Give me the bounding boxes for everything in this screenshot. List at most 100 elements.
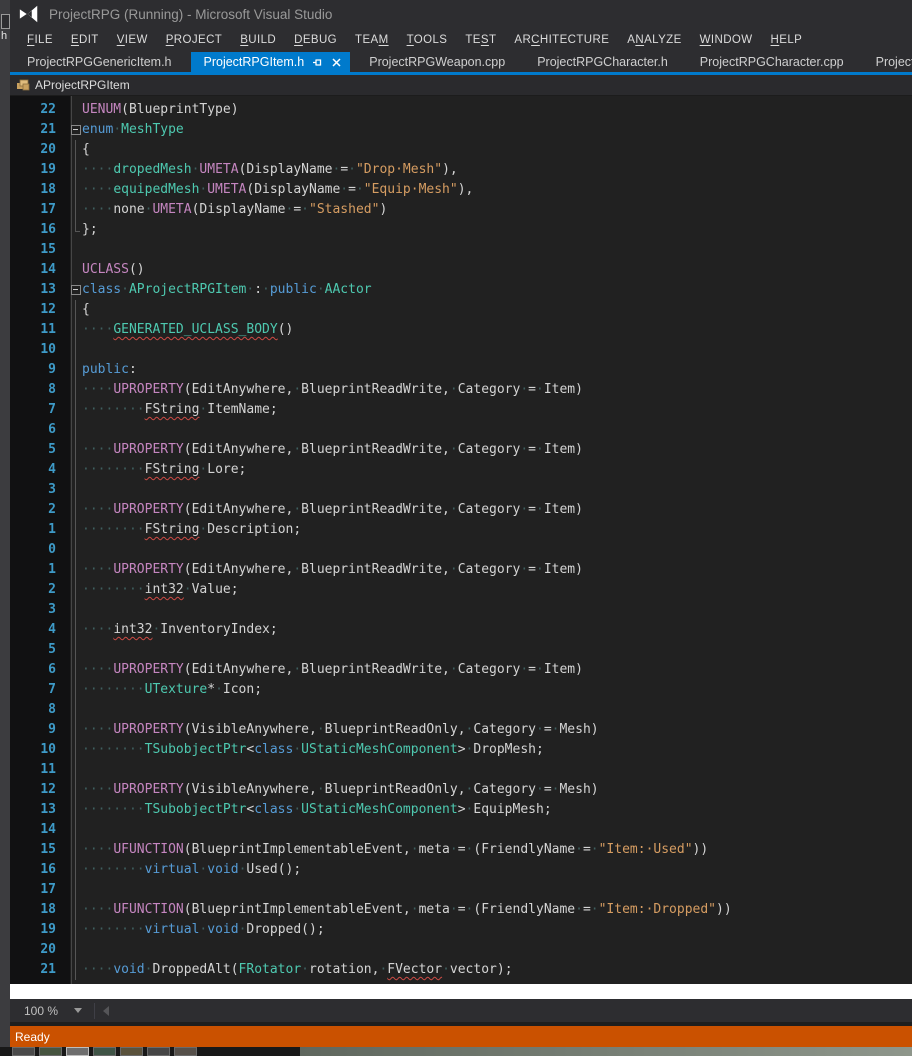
editor-zoom-dropdown[interactable]: 100 % (24, 1004, 82, 1018)
code-line[interactable]: 19····dropedMesh·UMETA(DisplayName·=·"Dr… (10, 160, 912, 180)
code-token: · (442, 962, 450, 977)
taskbar-app-icon[interactable] (39, 1047, 62, 1056)
code-line[interactable]: 16········virtual·void·Used(); (10, 860, 912, 880)
code-line[interactable]: 17 (10, 880, 912, 900)
code-token: Item) (544, 562, 583, 577)
code-editor[interactable]: 22UENUM(BlueprintType)21enum·MeshType20{… (10, 96, 912, 984)
code-line[interactable]: 1····UPROPERTY(EditAnywhere,·BlueprintRe… (10, 560, 912, 580)
fold-line-marker (70, 540, 82, 560)
code-line[interactable]: 11····GENERATED_UCLASS_BODY() (10, 320, 912, 340)
menu-item-view[interactable]: VIEW (108, 31, 157, 49)
code-line[interactable]: 12{ (10, 300, 912, 320)
taskbar-app-icon[interactable] (147, 1047, 170, 1056)
fold-line-marker (70, 180, 82, 200)
fold-box-marker[interactable] (70, 120, 82, 140)
taskbar-app-icon[interactable] (174, 1047, 197, 1056)
code-line[interactable]: 1········FString·Description; (10, 520, 912, 540)
code-line[interactable]: 9public: (10, 360, 912, 380)
code-token: · (113, 122, 121, 137)
code-line[interactable]: 17····none·UMETA(DisplayName·=·"Stashed"… (10, 200, 912, 220)
menu-item-window[interactable]: WINDOW (691, 31, 762, 49)
menu-item-team[interactable]: TEAM (346, 31, 398, 49)
code-line[interactable]: 4····int32·InventoryIndex; (10, 620, 912, 640)
code-line[interactable]: 18····equipedMesh·UMETA(DisplayName·=·"E… (10, 180, 912, 200)
fold-box-marker[interactable] (70, 280, 82, 300)
code-line[interactable]: 19········virtual·void·Dropped(); (10, 920, 912, 940)
line-number: 5 (10, 440, 70, 460)
code-line[interactable]: 10········TSubobjectPtr<class·UStaticMes… (10, 740, 912, 760)
menu-item-project[interactable]: PROJECT (157, 31, 231, 49)
code-line[interactable]: 8 (10, 700, 912, 720)
menu-item-build[interactable]: BUILD (231, 31, 285, 49)
code-line[interactable]: 16}; (10, 220, 912, 240)
code-line[interactable]: 2········int32·Value; (10, 580, 912, 600)
menu-item-file[interactable]: FILE (18, 31, 62, 49)
code-line[interactable]: 21····void·DroppedAlt(FRotator·rotation,… (10, 960, 912, 980)
taskbar-app-icon[interactable] (120, 1047, 143, 1056)
code-line[interactable]: 22UENUM(BlueprintType) (10, 100, 912, 120)
code-line[interactable]: 11 (10, 760, 912, 780)
code-line[interactable]: 9····UPROPERTY(VisibleAnywhere,·Blueprin… (10, 720, 912, 740)
taskbar-app-icon[interactable] (93, 1047, 116, 1056)
code-token: FVector (387, 962, 442, 977)
tab-ProjectRPGCharac[interactable]: ProjectRPGCharac (863, 52, 912, 72)
code-line[interactable]: 13class·AProjectRPGItem·:·public·AActor (10, 280, 912, 300)
line-number: 19 (10, 160, 70, 180)
code-line[interactable]: 10 (10, 340, 912, 360)
line-number: 7 (10, 680, 70, 700)
menu-item-edit[interactable]: EDIT (62, 31, 108, 49)
code-token: UMETA (207, 182, 246, 197)
tab-ProjectRPGGenericItem.h[interactable]: ProjectRPGGenericItem.h (14, 52, 185, 72)
code-token: = (293, 202, 301, 217)
code-line[interactable]: 13········TSubobjectPtr<class·UStaticMes… (10, 800, 912, 820)
code-line[interactable]: 5····UPROPERTY(EditAnywhere,·BlueprintRe… (10, 440, 912, 460)
code-line[interactable]: 14UCLASS() (10, 260, 912, 280)
code-line[interactable]: 18····UFUNCTION(BlueprintImplementableEv… (10, 900, 912, 920)
code-line[interactable]: 7········UTexture*·Icon; (10, 680, 912, 700)
fold-column (70, 240, 82, 260)
code-line[interactable]: 6····UPROPERTY(EditAnywhere,·BlueprintRe… (10, 660, 912, 680)
code-line[interactable]: 21enum·MeshType (10, 120, 912, 140)
code-token: ···· (82, 382, 113, 397)
line-number: 2 (10, 500, 70, 520)
code-line[interactable]: 14 (10, 820, 912, 840)
menu-item-analyze[interactable]: ANALYZE (618, 31, 690, 49)
code-line[interactable]: 20 (10, 940, 912, 960)
close-icon[interactable] (331, 57, 342, 68)
menu-item-architecture[interactable]: ARCHITECTURE (505, 31, 618, 49)
code-line[interactable]: 2····UPROPERTY(EditAnywhere,·BlueprintRe… (10, 500, 912, 520)
fold-line-marker (70, 860, 82, 880)
code-line[interactable]: 8····UPROPERTY(EditAnywhere,·BlueprintRe… (10, 380, 912, 400)
code-token: ), (442, 162, 458, 177)
code-line[interactable]: 12····UPROPERTY(VisibleAnywhere,·Bluepri… (10, 780, 912, 800)
scroll-left-arrow-icon[interactable] (103, 1006, 109, 1016)
breadcrumb-scope[interactable]: AProjectRPGItem (35, 78, 130, 92)
menu-item-tools[interactable]: TOOLS (398, 31, 457, 49)
menu-item-test[interactable]: TEST (456, 31, 505, 49)
line-number: 6 (10, 420, 70, 440)
code-line[interactable]: 15 (10, 240, 912, 260)
line-number: 10 (10, 740, 70, 760)
code-line[interactable]: 4········FString·Lore; (10, 460, 912, 480)
code-line[interactable]: 3 (10, 480, 912, 500)
code-token: = (528, 442, 536, 457)
code-line[interactable]: 3 (10, 600, 912, 620)
code-token: · (450, 442, 458, 457)
tab-ProjectRPGCharacter.h[interactable]: ProjectRPGCharacter.h (524, 52, 681, 72)
taskbar-app-icon[interactable] (12, 1047, 35, 1056)
code-line[interactable]: 6 (10, 420, 912, 440)
menu-item-help[interactable]: HELP (762, 31, 812, 49)
tab-ProjectRPGCharacter.cpp[interactable]: ProjectRPGCharacter.cpp (687, 52, 857, 72)
menu-item-debug[interactable]: DEBUG (285, 31, 346, 49)
code-line[interactable]: 15····UFUNCTION(BlueprintImplementableEv… (10, 840, 912, 860)
code-token: BlueprintReadWrite, (301, 382, 450, 397)
pin-icon[interactable] (312, 57, 323, 68)
tab-ProjectRPGWeapon.cpp[interactable]: ProjectRPGWeapon.cpp (356, 52, 518, 72)
taskbar-app-icon[interactable] (66, 1047, 89, 1056)
code-line[interactable]: 0 (10, 540, 912, 560)
navigation-bar[interactable]: AProjectRPGItem (10, 75, 912, 96)
tab-ProjectRPGItem.h[interactable]: ProjectRPGItem.h (191, 52, 351, 72)
code-line[interactable]: 5 (10, 640, 912, 660)
code-line[interactable]: 20{ (10, 140, 912, 160)
code-line[interactable]: 7········FString·ItemName; (10, 400, 912, 420)
